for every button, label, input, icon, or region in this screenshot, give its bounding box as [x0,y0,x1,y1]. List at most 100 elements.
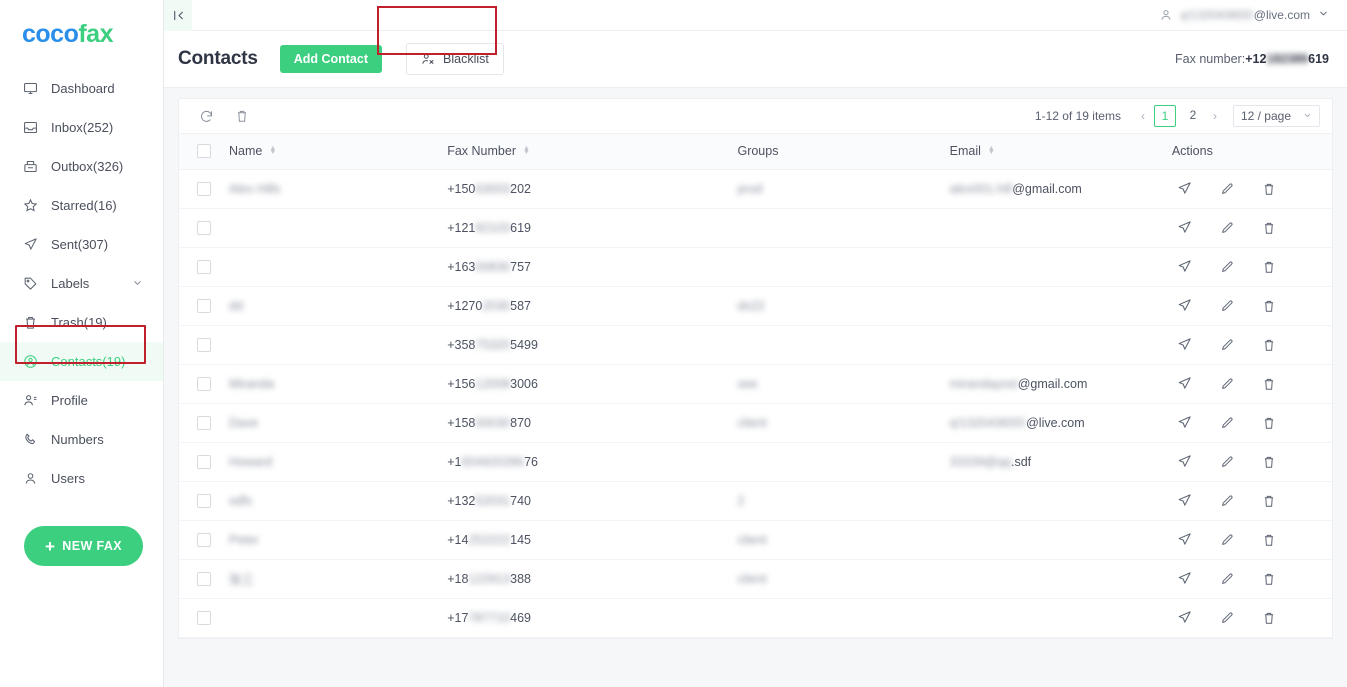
row-checkbox[interactable] [197,493,211,508]
sort-email-icon[interactable]: ▲ ▼ [988,145,995,156]
sidebar-item-contacts[interactable]: Contacts(19) [0,342,163,381]
blacklist-button[interactable]: Blacklist [406,43,504,75]
edit-icon[interactable] [1214,605,1240,631]
pagination-page-2[interactable]: 2 [1182,105,1204,127]
user-icon [1159,8,1173,22]
edit-icon[interactable] [1214,410,1240,436]
row-checkbox[interactable] [197,337,211,352]
table-row[interactable]: +121 82103 619 [179,208,1332,248]
table-row[interactable]: +163 00830 757 [179,247,1332,287]
table-row[interactable]: +17 787710 469 [179,598,1332,638]
account-menu[interactable]: q!132043655! @live.com [1159,8,1347,22]
row-checkbox[interactable] [197,181,211,196]
row-checkbox[interactable] [197,259,211,274]
send-icon[interactable] [1172,410,1198,436]
row-checkbox[interactable] [197,376,211,391]
pagination-page-1[interactable]: 1 [1153,105,1176,127]
collapse-sidebar-icon[interactable] [164,0,192,31]
table-row[interactable]: dd +1270 2030 587 ds22 [179,286,1332,326]
send-icon[interactable] [1172,254,1198,280]
edit-icon[interactable] [1214,293,1240,319]
column-fax-number[interactable]: Fax Number ▲ ▼ [447,134,738,170]
send-icon[interactable] [1172,371,1198,397]
table-row[interactable]: Howard +1 654920286 76 33339@qq .sdf [179,442,1332,482]
sidebar-item-inbox[interactable]: Inbox(252) [0,108,163,147]
delete-icon[interactable] [1256,488,1282,514]
row-checkbox[interactable] [197,532,211,547]
sidebar-item-sent[interactable]: Sent(307) [0,225,163,264]
edit-icon[interactable] [1214,215,1240,241]
sidebar-item-outbox[interactable]: Outbox(326) [0,147,163,186]
send-icon[interactable] [1172,527,1198,553]
sidebar-item-profile[interactable]: Profile [0,381,163,420]
sidebar-item-numbers[interactable]: Numbers [0,420,163,459]
delete-icon[interactable] [1256,605,1282,631]
sidebar-item-starred[interactable]: Starred(16) [0,186,163,225]
column-email-label: Email [949,144,981,159]
cell-groups: ds22 [737,286,950,326]
table-row[interactable]: Dave +158 00030 870 client q!132043655! @live.… [179,403,1332,443]
page-size-select[interactable]: 12 / page [1232,105,1320,127]
delete-icon[interactable] [1256,449,1282,475]
sidebar-item-dashboard[interactable]: Dashboard [0,69,163,108]
delete-icon[interactable] [1256,293,1282,319]
select-all-checkbox[interactable] [197,144,211,159]
edit-icon[interactable] [1214,371,1240,397]
send-icon[interactable] [1172,293,1198,319]
sort-fax-icon[interactable]: ▲ ▼ [523,145,530,156]
sidebar-item-users[interactable]: Users [0,459,163,498]
add-contact-button[interactable]: Add Contact [279,45,383,73]
sidebar-item-trash[interactable]: Trash(19) [0,303,163,342]
edit-icon[interactable] [1214,527,1240,553]
sidebar-item-labels[interactable]: Labels [0,264,163,303]
column-email[interactable]: Email ▲ ▼ [949,134,1172,170]
table-row[interactable]: Miranda +156 12008 3006 see mirandayost @gmail… [179,364,1332,404]
send-icon[interactable] [1172,332,1198,358]
chevron-down-icon[interactable] [1318,8,1329,22]
row-select-cell [179,286,230,326]
delete-icon[interactable] [1256,215,1282,241]
table-row[interactable]: 张三 +18 122913 388 client [179,559,1332,599]
pagination-next[interactable]: › [1207,109,1223,123]
app-logo[interactable]: cocofax [0,0,163,47]
edit-icon[interactable] [1214,176,1240,202]
edit-icon[interactable] [1214,488,1240,514]
row-checkbox[interactable] [197,220,211,235]
delete-selected-icon[interactable] [229,103,255,129]
row-checkbox[interactable] [197,571,211,586]
edit-icon[interactable] [1214,332,1240,358]
send-icon[interactable] [1172,176,1198,202]
table-row[interactable]: sdfs +132 52031 740 2 [179,481,1332,521]
edit-icon[interactable] [1214,254,1240,280]
delete-icon[interactable] [1256,527,1282,553]
pagination-prev[interactable]: ‹ [1135,109,1151,123]
cell-actions [1171,247,1332,287]
row-checkbox[interactable] [197,610,211,625]
send-icon[interactable] [1172,215,1198,241]
delete-icon[interactable] [1256,332,1282,358]
delete-icon[interactable] [1256,371,1282,397]
delete-icon[interactable] [1256,176,1282,202]
chevron-down-icon[interactable] [132,276,143,291]
new-fax-button[interactable]: + NEW FAX [24,526,143,566]
send-icon[interactable] [1172,566,1198,592]
send-icon[interactable] [1172,488,1198,514]
row-checkbox[interactable] [197,415,211,430]
edit-icon[interactable] [1214,449,1240,475]
edit-icon[interactable] [1214,566,1240,592]
table-row[interactable]: Alex Hills +150 63003 202 prod alex001.hill @g… [179,169,1332,209]
column-groups: Groups [737,134,950,170]
row-checkbox[interactable] [197,454,211,469]
column-name[interactable]: Name ▲ ▼ [229,134,448,170]
send-icon[interactable] [1172,449,1198,475]
cell-fax-number: +158 00030 870 [447,403,738,443]
send-icon[interactable] [1172,605,1198,631]
table-row[interactable]: Peter +14 252222 145 client [179,520,1332,560]
refresh-icon[interactable] [193,103,219,129]
row-checkbox[interactable] [197,298,211,313]
table-row[interactable]: +358 75320 5499 [179,325,1332,365]
delete-icon[interactable] [1256,254,1282,280]
delete-icon[interactable] [1256,410,1282,436]
delete-icon[interactable] [1256,566,1282,592]
sort-name-icon[interactable]: ▲ ▼ [269,145,276,156]
